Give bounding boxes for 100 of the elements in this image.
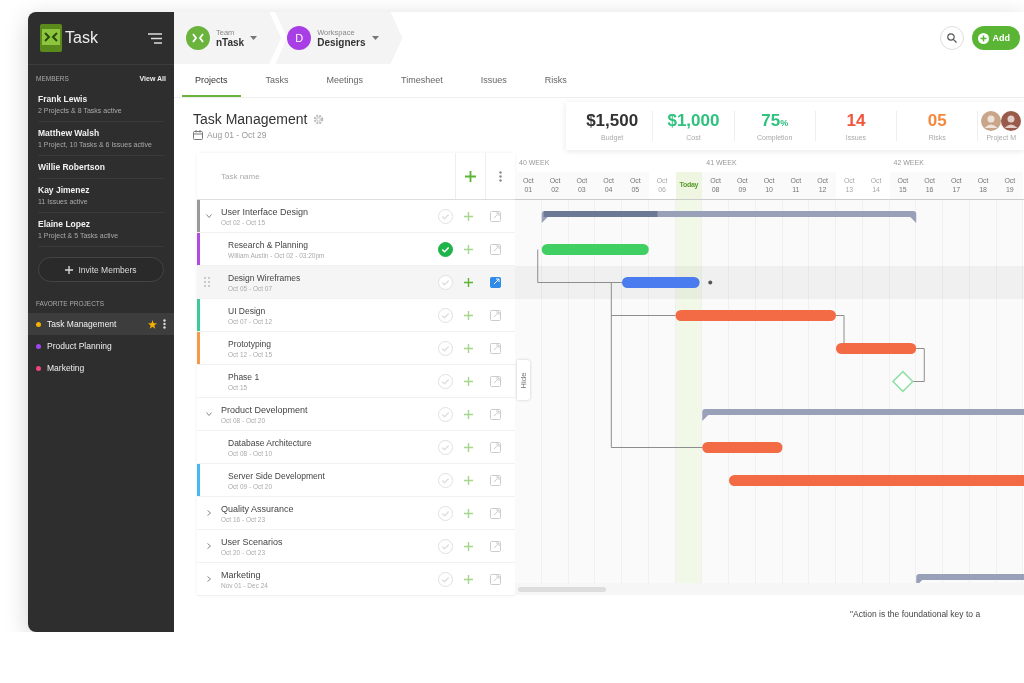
search-button[interactable] [939, 26, 964, 50]
open-icon[interactable] [490, 375, 501, 387]
plus-icon[interactable] [464, 343, 473, 353]
plus-circle-icon [977, 32, 989, 44]
column-header: Task name [220, 170, 261, 183]
task-name: UI Design [228, 305, 267, 316]
plus-icon[interactable] [464, 376, 473, 386]
open-icon[interactable] [490, 243, 501, 255]
member-name[interactable]: Kay Jimenez [38, 185, 164, 196]
link-dot[interactable] [708, 280, 713, 285]
favorite-project-item[interactable]: Task Management [28, 313, 174, 336]
plus-icon [65, 265, 74, 274]
task-bar[interactable] [622, 277, 700, 288]
avatar-icon [981, 110, 1002, 131]
tab[interactable]: Timesheet [388, 64, 456, 97]
task-name: Product Development [221, 404, 309, 415]
member-name[interactable]: Elaine Lopez [38, 219, 164, 230]
kebab-icon[interactable] [499, 170, 502, 182]
gear-icon[interactable] [313, 113, 325, 125]
workspace-avatar: D [287, 26, 312, 50]
project-name: Task Management [47, 319, 118, 330]
tab[interactable]: Projects [182, 64, 241, 97]
team-name: nTask [216, 37, 245, 48]
open-icon[interactable] [490, 507, 501, 519]
caret-icon [371, 36, 379, 40]
task-name: Marketing [221, 569, 262, 580]
task-name: Research & Planning [228, 239, 309, 250]
task-name: User Scenarios [221, 536, 284, 547]
tab[interactable]: Issues [467, 64, 520, 97]
stat-value: 75% [760, 110, 790, 131]
project-name: Marketing [47, 363, 86, 374]
menu-icon[interactable] [148, 32, 162, 44]
stat-value: $1,500 [585, 110, 640, 131]
plus-icon[interactable] [464, 277, 473, 287]
plus-icon[interactable] [464, 475, 473, 485]
open-icon[interactable] [490, 573, 501, 585]
plus-icon[interactable] [464, 409, 473, 419]
task-bar[interactable] [675, 310, 836, 321]
stat-value: 14 [845, 110, 867, 131]
kebab-icon[interactable] [163, 319, 166, 330]
open-icon[interactable] [490, 309, 501, 321]
task-name: Database Architecture [228, 437, 313, 448]
task-name: Server Side Development [228, 470, 326, 481]
project-title: Task Management [193, 111, 308, 127]
summary-bar[interactable] [541, 211, 917, 223]
summary-bar[interactable] [916, 574, 1024, 583]
plus-icon[interactable] [464, 541, 473, 551]
open-icon[interactable] [490, 540, 501, 552]
tab[interactable]: Risks [531, 64, 580, 97]
add-task-icon[interactable] [465, 170, 476, 182]
open-icon[interactable] [490, 276, 501, 288]
caret-icon[interactable] [206, 543, 212, 549]
open-icon[interactable] [490, 441, 501, 453]
plus-icon[interactable] [464, 211, 473, 221]
check-icon[interactable] [438, 241, 453, 257]
star-icon[interactable] [148, 319, 157, 329]
task-name: Prototyping [228, 338, 272, 349]
caret-icon[interactable] [206, 411, 212, 417]
member-name[interactable]: Frank Lewis [38, 94, 164, 104]
invite-members-button[interactable]: Invite Members [38, 257, 164, 283]
open-icon[interactable] [490, 210, 501, 222]
task-bar[interactable] [541, 244, 649, 255]
plus-icon[interactable] [464, 442, 473, 452]
stat-value: $1,000 [666, 110, 721, 131]
plus-icon[interactable] [464, 244, 473, 254]
quote-text: "Action is the foundational key to a [850, 608, 981, 619]
task-name: Quality Assurance [221, 503, 295, 514]
plus-icon[interactable] [464, 574, 473, 584]
favorite-project-item[interactable]: Marketing [28, 357, 174, 380]
calendar-icon [193, 130, 203, 140]
plus-icon[interactable] [464, 310, 473, 320]
workspace-name: Designers [317, 37, 366, 48]
caret-icon[interactable] [206, 510, 212, 516]
plus-icon[interactable] [464, 508, 473, 518]
project-name: Product Planning [47, 341, 113, 352]
member-name[interactable]: Willie Robertson [38, 162, 164, 173]
tab[interactable]: Meetings [313, 64, 377, 97]
favorite-project-item[interactable]: Product Planning [28, 335, 174, 358]
scrollbar-thumb[interactable] [518, 586, 606, 592]
summary-bar[interactable] [702, 409, 1024, 421]
task-bar[interactable] [836, 343, 917, 354]
drag-handle-icon[interactable] [204, 277, 210, 287]
search-icon [946, 33, 957, 43]
team-avatar-icon [186, 26, 210, 50]
task-name: Phase 1 [228, 371, 261, 382]
task-bar[interactable] [702, 442, 783, 453]
open-icon[interactable] [490, 408, 501, 420]
caret-icon [250, 36, 258, 40]
open-icon[interactable] [490, 342, 501, 354]
logo-icon [40, 24, 62, 52]
logo-text: Task [65, 29, 98, 47]
open-icon[interactable] [490, 474, 501, 486]
stat-value: 05 [926, 110, 948, 131]
caret-icon[interactable] [206, 576, 212, 582]
task-name: User Interface Design [221, 206, 310, 217]
project-dates: Aug 01 - Oct 29 [207, 130, 267, 140]
member-name[interactable]: Matthew Walsh [38, 128, 164, 139]
hide-panel-tab[interactable]: Hide [517, 360, 530, 400]
caret-icon[interactable] [206, 213, 212, 219]
tab[interactable]: Tasks [252, 64, 302, 97]
